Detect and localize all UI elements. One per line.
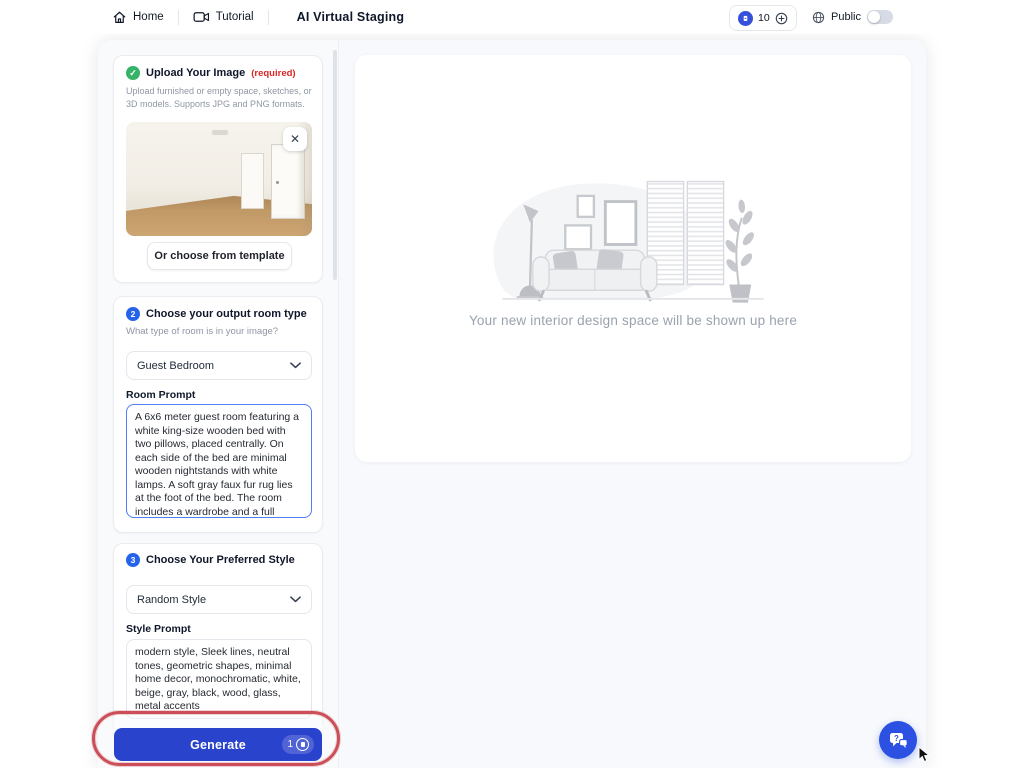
chevron-down-icon xyxy=(290,362,301,369)
style-prompt-label: Style Prompt xyxy=(126,623,191,635)
room-type-select[interactable]: Guest Bedroom xyxy=(126,351,312,380)
room-prompt-input[interactable]: A 6x6 meter guest room featuring a white… xyxy=(126,404,312,518)
room-prompt-label: Room Prompt xyxy=(126,389,196,401)
preview-card: Your new interior design space will be s… xyxy=(355,55,911,462)
upload-title: Upload Your Image xyxy=(146,67,246,79)
panel-scrollbar[interactable] xyxy=(333,50,337,280)
credits-badge[interactable]: 10 xyxy=(729,5,797,31)
generate-button[interactable]: Generate 1 xyxy=(114,728,322,761)
public-label: Public xyxy=(831,11,861,23)
nav-home-label: Home xyxy=(133,11,164,23)
step-2-badge: 2 xyxy=(126,307,140,321)
room-door xyxy=(241,152,264,209)
nav-left-group: Home Tutorial AI Virtual Staging xyxy=(112,0,404,34)
room-type-section: 2 Choose your output room type What type… xyxy=(113,296,323,533)
remove-image-button[interactable]: ✕ xyxy=(283,127,307,151)
nav-divider xyxy=(177,9,179,25)
upload-description: Upload furnished or empty space, sketche… xyxy=(126,86,312,109)
step-3-badge: 3 xyxy=(126,553,140,567)
style-title: Choose Your Preferred Style xyxy=(146,554,295,566)
public-toggle-group: Public xyxy=(812,0,893,34)
generate-label: Generate xyxy=(190,737,246,752)
style-header: 3 Choose Your Preferred Style xyxy=(126,553,295,567)
svg-text:?: ? xyxy=(893,734,898,743)
style-prompt-input[interactable]: modern style, Sleek lines, neutral tones… xyxy=(126,639,312,719)
upload-section-header: ✓ Upload Your Image (required) xyxy=(126,66,296,80)
credits-count: 10 xyxy=(758,12,770,24)
required-tag: (required) xyxy=(251,67,296,79)
preview-area: Your new interior design space will be s… xyxy=(339,40,926,768)
room-type-header: 2 Choose your output room type xyxy=(126,307,307,321)
toggle-knob xyxy=(867,11,880,23)
nav-divider xyxy=(267,9,269,25)
room-type-question: What type of room is in your image? xyxy=(126,326,279,337)
close-icon: ✕ xyxy=(289,132,301,146)
globe-icon xyxy=(812,11,825,24)
uploaded-image-preview[interactable]: ✕ xyxy=(126,122,312,236)
check-circle-icon: ✓ xyxy=(126,66,140,80)
nav-tutorial-label: Tutorial xyxy=(215,11,254,23)
chat-bubbles-icon: ? xyxy=(888,730,909,750)
credit-coin-icon xyxy=(738,10,753,26)
room-type-selected-value: Guest Bedroom xyxy=(137,359,215,372)
living-room-illustration xyxy=(493,180,764,303)
page-title: AI Virtual Staging xyxy=(296,10,405,24)
help-chat-button[interactable]: ? xyxy=(879,721,917,759)
add-credits-icon[interactable] xyxy=(775,12,788,25)
top-navigation: Home Tutorial AI Virtual Staging 10 Publ… xyxy=(0,0,1024,34)
choose-template-button[interactable]: Or choose from template xyxy=(147,242,292,270)
public-toggle[interactable] xyxy=(866,10,893,24)
main-content: ✓ Upload Your Image (required) Upload fu… xyxy=(98,40,926,768)
video-icon xyxy=(193,10,210,24)
upload-section: ✓ Upload Your Image (required) Upload fu… xyxy=(113,55,323,283)
cost-coin-icon xyxy=(296,738,309,751)
chevron-down-icon xyxy=(290,596,301,603)
home-icon xyxy=(112,10,127,25)
room-vent xyxy=(211,129,229,135)
generation-cost-badge: 1 xyxy=(282,735,314,754)
preview-placeholder-text: Your new interior design space will be s… xyxy=(468,313,798,328)
door-knob xyxy=(275,181,279,185)
cost-count: 1 xyxy=(287,739,293,750)
style-select[interactable]: Random Style xyxy=(126,585,312,614)
room-type-title: Choose your output room type xyxy=(146,308,307,320)
settings-panel: ✓ Upload Your Image (required) Upload fu… xyxy=(98,40,339,768)
nav-home[interactable]: Home xyxy=(112,10,164,25)
nav-tutorial[interactable]: Tutorial xyxy=(193,10,254,24)
style-selected-value: Random Style xyxy=(137,593,207,606)
